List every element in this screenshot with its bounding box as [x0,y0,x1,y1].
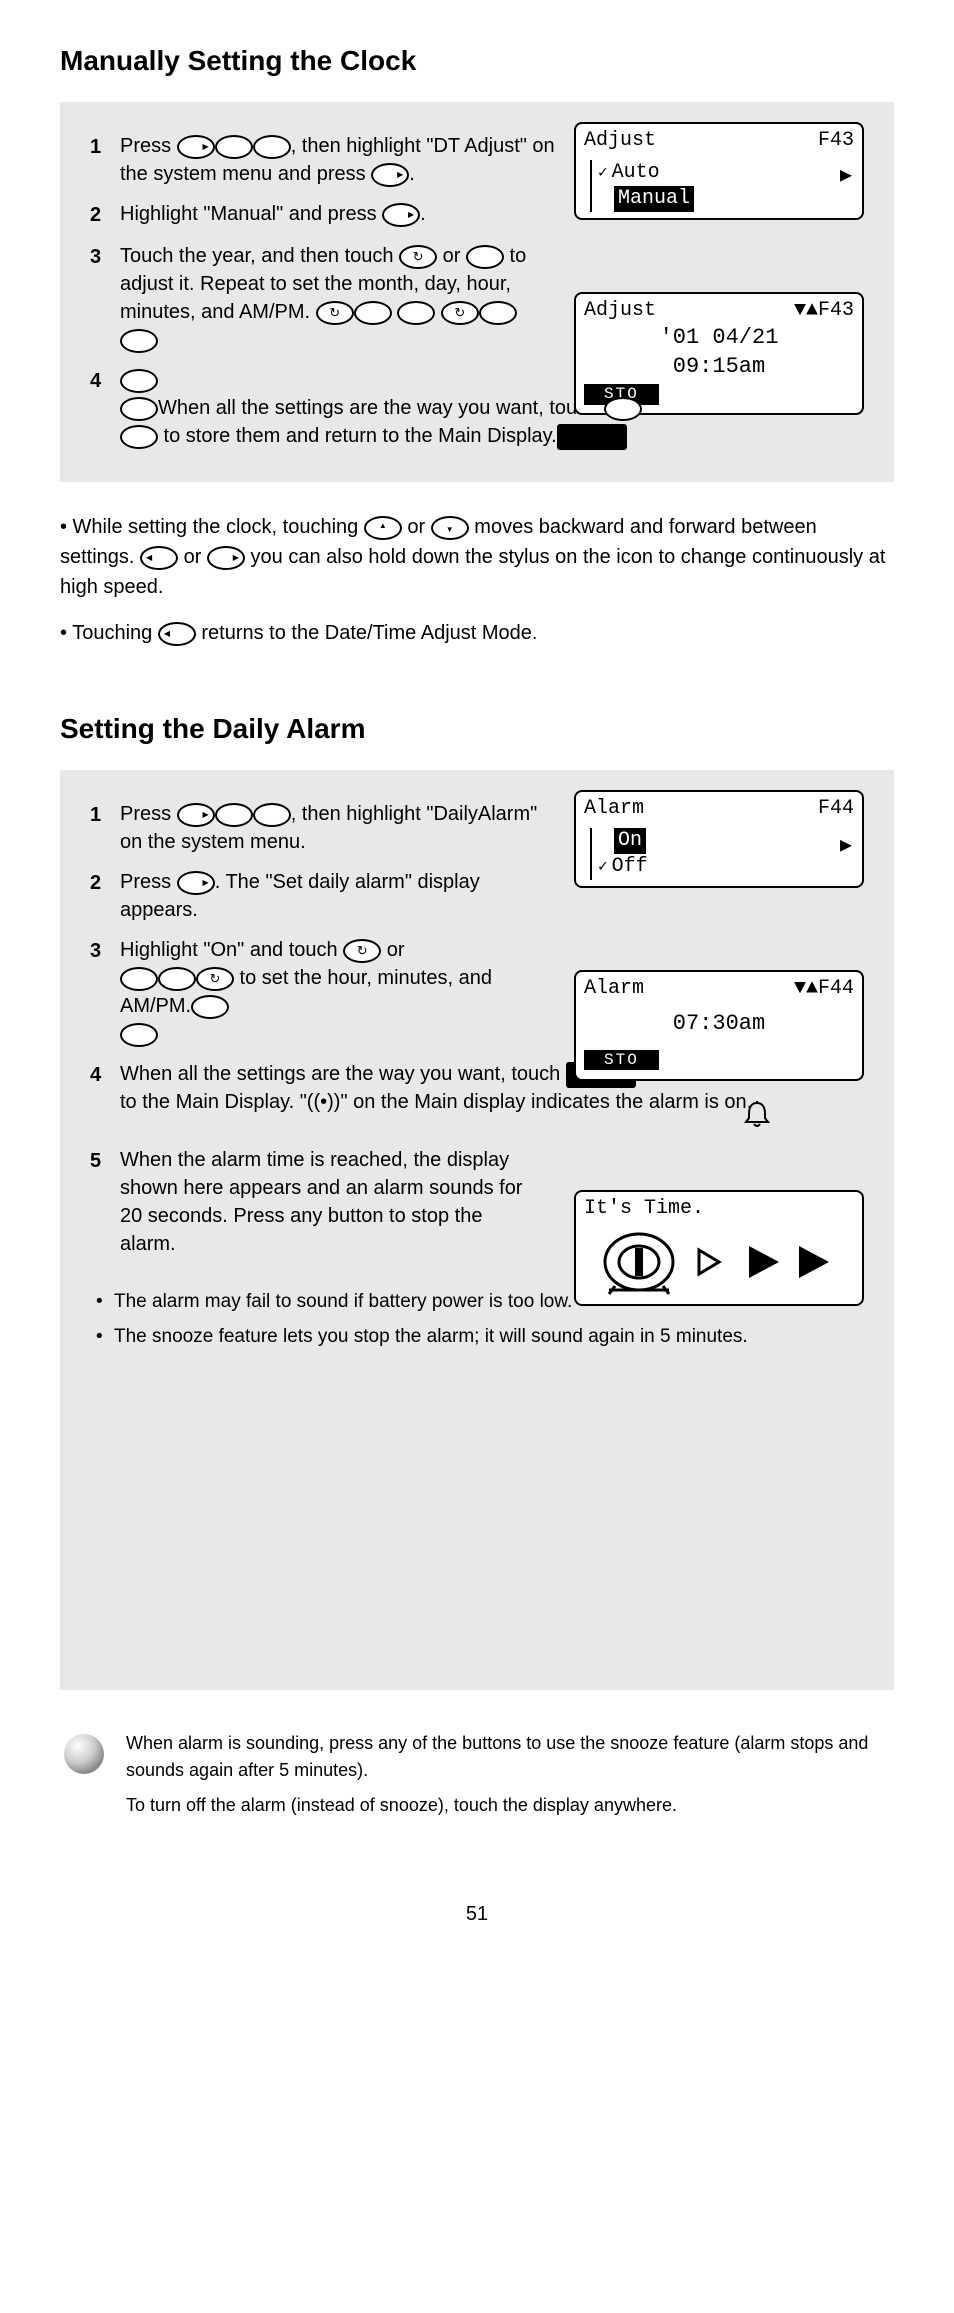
right-key-icon [177,135,215,159]
key-icon [215,803,253,827]
lcd-alarm1-title: Alarm [584,796,644,822]
key-icon [191,995,229,1019]
right-key-icon [177,803,215,827]
tip-text-1: When alarm is sounding, press any of the… [126,1730,894,1784]
right-key-icon [207,546,245,570]
lcd-alarm1-code: F44 [818,796,854,822]
key-icon [253,803,291,827]
lcd2-code: F43 [818,299,854,322]
alarm-step2-text: Press . The "Set daily alarm" display ap… [120,868,550,924]
refresh-icon [316,301,354,325]
key-icon [120,1023,158,1047]
key-icon [253,135,291,159]
step-3-num: 3 [90,242,112,272]
down-key-icon [431,516,469,540]
up-key-icon [364,516,402,540]
lcd2-title: Adjust [584,298,656,324]
lcd1-arrow-right: ▶ [840,164,852,190]
lcd1-title: Adjust [584,128,656,154]
lcd1-manual: Manual [614,186,694,212]
lcd3-msg: It's Time. [584,1196,854,1222]
lcd-alarm2-title: Alarm [584,976,644,1002]
lcd1-auto: Auto [612,160,660,186]
alarm-step3-num: 3 [90,936,112,966]
key-icon [120,369,158,393]
lcd-adjust-menu: Adjust F43 ✓Auto Manual ▶ [574,122,864,220]
refresh-icon [343,939,381,963]
key-icon [354,301,392,325]
step-2-num: 2 [90,200,112,230]
step-1-text: Press , then highlight "DT Adjust" on th… [120,132,560,188]
key-icon [397,301,435,325]
section2-title: Setting the Daily Alarm [60,708,894,750]
refresh-icon [196,967,234,991]
right-key-icon [371,163,409,187]
key-icon [120,425,158,449]
post-note-2: • Touching returns to the Date/Time Adju… [60,618,894,648]
lcd2-time: 09:15am [584,353,854,382]
lcd2-date: '01 04/21 [584,324,854,353]
key-icon [120,967,158,991]
tip-text-2: To turn off the alarm (instead of snooze… [126,1792,894,1819]
section1-title: Manually Setting the Clock [60,40,894,82]
lcd-alarm1-off: Off [612,854,648,880]
lcd-alarm1-on: On [614,828,646,854]
alarm-steps-box: Alarm F44 On ✓Off ▶ Alarm ▼▲F44 07:30am … [60,770,894,1690]
up-refresh-icon [399,245,437,269]
key-icon [604,397,642,421]
refresh-icon [441,301,479,325]
step-3-text: Touch the year, and then touch or to adj… [120,242,540,354]
lcd-alarm-time: Alarm ▼▲F44 07:30am STO [574,970,864,1081]
lcd-alarm2-time: 07:30am [584,1002,854,1047]
key-icon [158,967,196,991]
bell-icon [740,1100,774,1138]
alarm-step2-num: 2 [90,868,112,898]
alarm-bullet-1: The alarm may fail to sound if battery p… [94,1288,864,1317]
alarm-bullet-2: The snooze feature lets you stop the ala… [94,1323,864,1352]
alarm-step4-num: 4 [90,1060,112,1090]
lcd2-arrows: ▼▲ [794,299,818,322]
step-2-text: Highlight "Manual" and press . [120,200,560,228]
alarm-step1-text: Press , then highlight "DailyAlarm" on t… [120,800,550,856]
lcd1-code: F43 [818,128,854,154]
alarm-step3-text: Highlight "On" and touch or to set the h… [120,936,540,1048]
tip-sphere-icon [60,1730,108,1778]
left-key-icon [140,546,178,570]
step-4-num: 4 [90,366,112,396]
alarm-step5-num: 5 [90,1146,112,1176]
key-icon [120,397,158,421]
step-1-num: 1 [90,132,112,162]
key-icon [479,301,517,325]
alarm-step5-text: When the alarm time is reached, the disp… [120,1146,540,1258]
lcd-alarm1-arrow: ▶ [840,834,852,860]
key-icon [215,135,253,159]
right-key-icon [382,203,420,227]
manual-clock-steps-box: Adjust F43 ✓Auto Manual ▶ Adjust ▼▲F43 '… [60,102,894,482]
right-key-icon [177,871,215,895]
lcd-alarm2-code: F44 [818,977,854,1000]
post-note-1: • While setting the clock, touching or m… [60,512,894,602]
lcd-alarm-menu: Alarm F44 On ✓Off ▶ [574,790,864,888]
key-icon [466,245,504,269]
sto-key-icon [557,424,627,450]
tip-block: When alarm is sounding, press any of the… [60,1730,894,1819]
key-icon [120,329,158,353]
left-key-icon [158,622,196,646]
alarm-step1-num: 1 [90,800,112,830]
page-number: 51 [60,1899,894,1929]
lcd-alarm2-sto: STO [584,1050,659,1071]
